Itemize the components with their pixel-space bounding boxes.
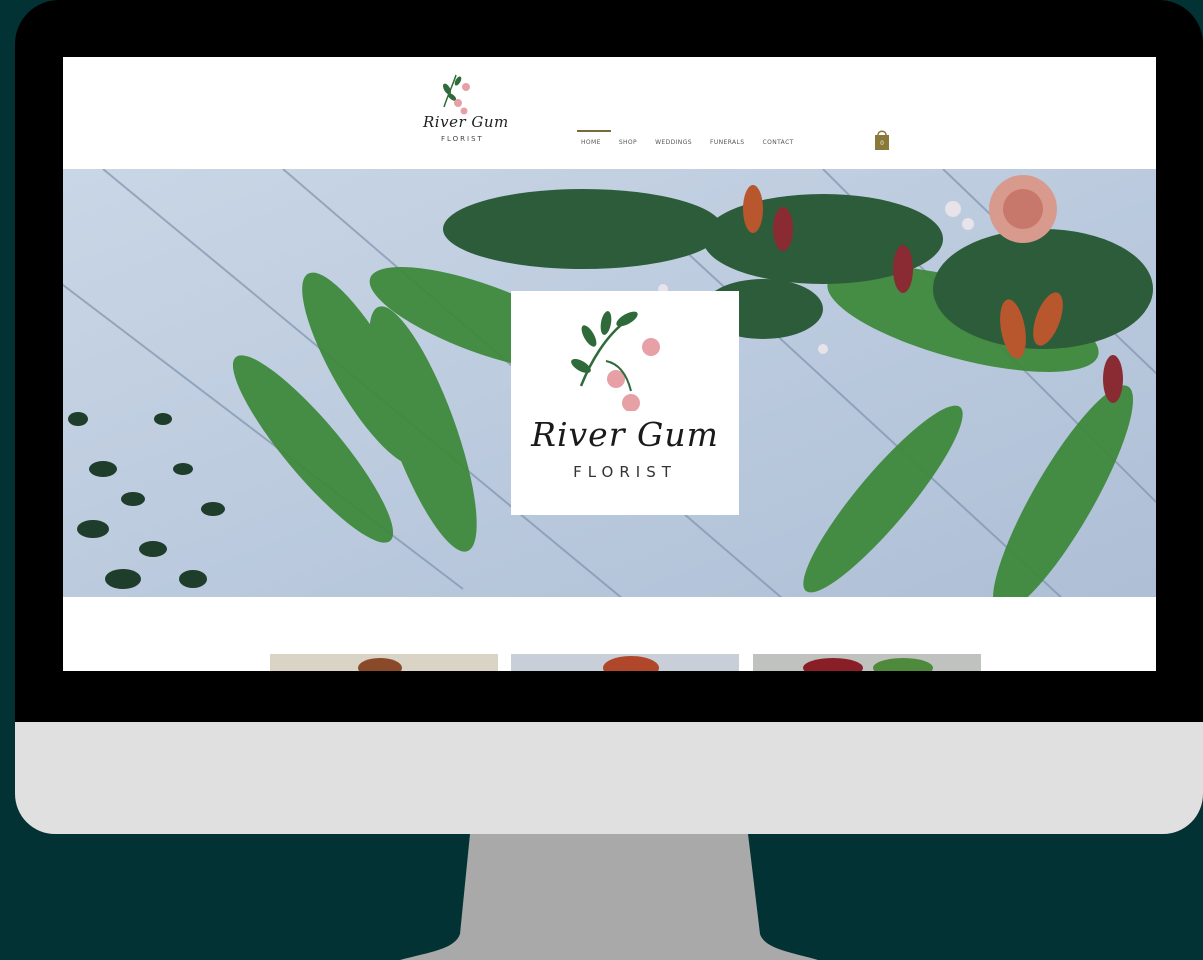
brand-subtitle: FLORIST — [441, 135, 484, 143]
brand-name: River Gum — [423, 113, 509, 131]
nav-weddings[interactable]: WEDDINGS — [655, 139, 692, 146]
cart-count: 0 — [880, 140, 884, 147]
monitor-chin — [15, 722, 1203, 834]
hero-brand-name: River Gum — [531, 415, 719, 454]
website-screen: River Gum FLORIST HOME SHOP WEDDINGS FUN… — [63, 57, 1156, 671]
nav-funerals[interactable]: FUNERALS — [710, 139, 745, 146]
site-header: River Gum FLORIST HOME SHOP WEDDINGS FUN… — [63, 57, 1156, 169]
hero-banner: River Gum FLORIST — [63, 169, 1156, 597]
nav-contact[interactable]: CONTACT — [762, 139, 793, 146]
monitor-stand — [400, 834, 818, 960]
shopping-bag-icon[interactable]: 0 — [874, 129, 890, 151]
monitor-bezel: River Gum FLORIST HOME SHOP WEDDINGS FUN… — [15, 0, 1203, 834]
product-thumbnail[interactable] — [753, 654, 981, 671]
main-nav: HOME SHOP WEDDINGS FUNERALS CONTACT — [577, 130, 794, 146]
hero-brand-subtitle: FLORIST — [573, 463, 677, 481]
hero-logo-card: River Gum FLORIST — [511, 291, 739, 515]
product-thumbnail[interactable] — [511, 654, 739, 671]
nav-shop[interactable]: SHOP — [619, 139, 637, 146]
hero-logo-graphic — [571, 311, 660, 411]
product-thumbnail[interactable] — [270, 654, 498, 671]
nav-home[interactable]: HOME — [577, 130, 611, 146]
